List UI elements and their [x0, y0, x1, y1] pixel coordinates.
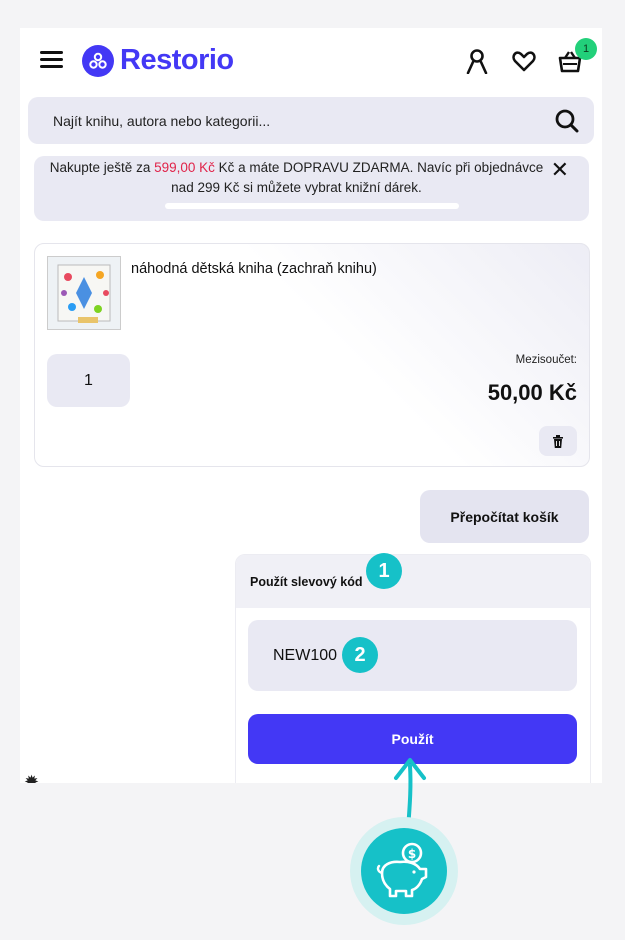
shipping-progress-bar [165, 203, 459, 209]
search-bar[interactable]: Najít knihu, autora nebo kategorii... [28, 97, 594, 144]
logo[interactable]: Restorio [82, 44, 234, 77]
remaining-amount: 599,00 Kč [154, 160, 215, 175]
svg-text:$: $ [408, 847, 416, 861]
banner-line-2: nad 299 Kč si můžete vybrat knižní dárek… [171, 180, 422, 195]
subtotal-value: 50,00 Kč [487, 380, 577, 405]
cart-page: Restorio 1 Najít knihu, autora nebo kate… [20, 28, 602, 783]
step-badge-2: 2 [342, 637, 378, 673]
search-icon[interactable] [554, 108, 580, 134]
piggy-bank-icon: $ [361, 828, 447, 914]
gear-icon[interactable]: ✹ [24, 772, 39, 783]
user-icon[interactable] [464, 48, 490, 74]
discount-title: Použít slevový kód [236, 555, 590, 608]
free-shipping-banner: Nakupte ještě za 599,00 Kč Kč a máte DOP… [34, 156, 589, 221]
menu-icon[interactable] [40, 51, 63, 68]
heart-icon[interactable] [511, 48, 537, 74]
banner-line-1: Nakupte ještě za 599,00 Kč Kč a máte DOP… [49, 160, 544, 175]
recalculate-cart-button[interactable]: Přepočítat košík [420, 490, 589, 543]
step-badge-1: 1 [366, 553, 402, 589]
product-name[interactable]: náhodná dětská kniha (zachraň knihu) [131, 261, 377, 277]
search-input[interactable]: Najít knihu, autora nebo kategorii... [53, 113, 554, 129]
quantity-input[interactable]: 1 [47, 354, 130, 407]
product-thumbnail[interactable] [47, 256, 121, 330]
cart-count-badge: 1 [575, 38, 597, 60]
cart-item: náhodná dětská kniha (zachraň knihu) 1 M… [34, 243, 590, 467]
logo-text: Restorio [120, 44, 234, 76]
remove-item-button[interactable] [539, 426, 577, 456]
trash-icon [553, 434, 563, 448]
logo-icon [82, 44, 114, 77]
discount-code-input[interactable]: NEW100 [248, 620, 577, 691]
close-icon[interactable]: ✕ [551, 159, 569, 181]
subtotal-label: Mezisoučet: [515, 354, 577, 366]
